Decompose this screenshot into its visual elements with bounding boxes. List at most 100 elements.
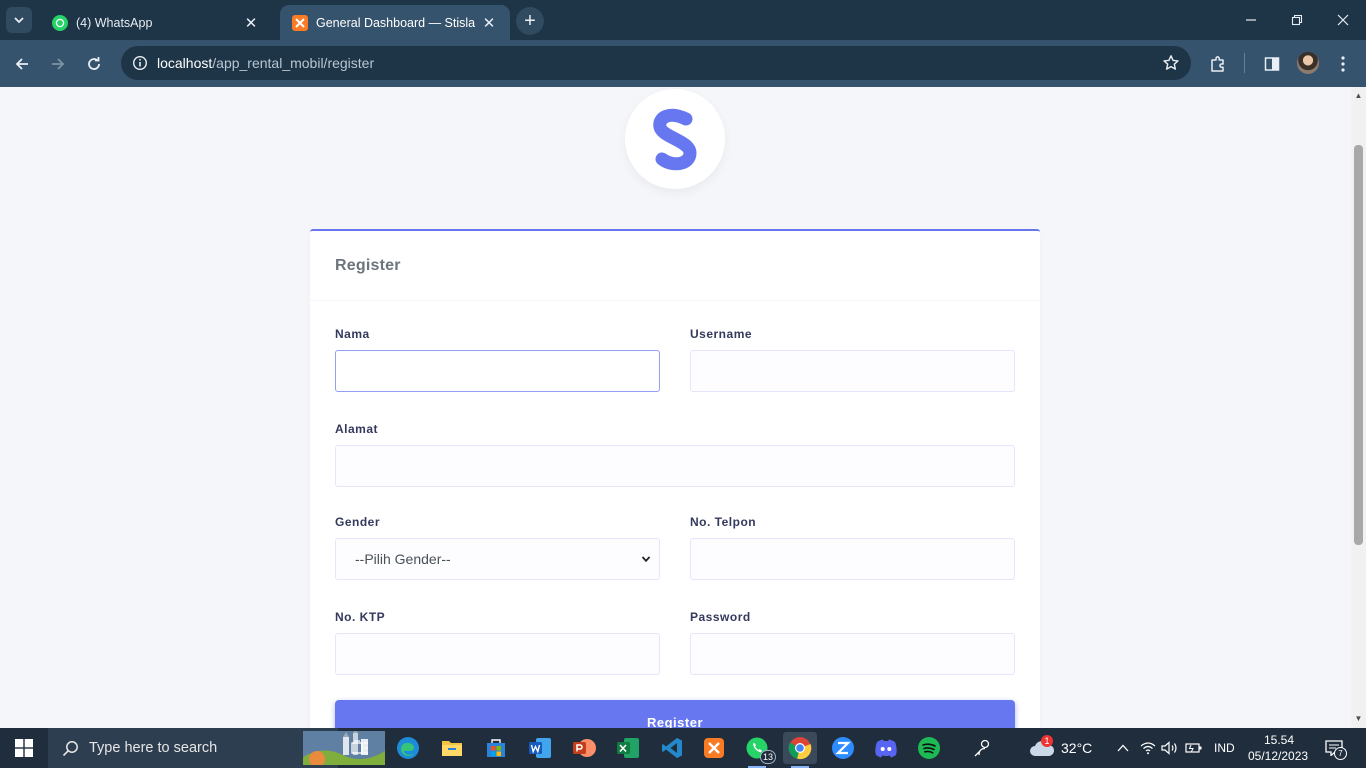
- clock-time[interactable]: 15.54: [1264, 733, 1294, 747]
- chevron-down-icon: [641, 556, 651, 563]
- new-tab-button[interactable]: +: [516, 7, 544, 35]
- edge-icon: [397, 737, 419, 759]
- scroll-up-icon[interactable]: ▲: [1354, 91, 1363, 100]
- task-view-icon: [351, 740, 368, 754]
- profile-avatar[interactable]: [1297, 52, 1319, 74]
- alamat-input[interactable]: [335, 445, 1015, 487]
- telpon-label: No. Telpon: [690, 515, 757, 529]
- taskbar-vscode[interactable]: [655, 732, 689, 764]
- wifi-icon[interactable]: [1138, 738, 1158, 758]
- ktp-input[interactable]: [335, 633, 660, 675]
- taskbar-word[interactable]: [523, 732, 557, 764]
- notifications-button[interactable]: 7: [1324, 738, 1347, 760]
- taskbar-edge[interactable]: [391, 732, 425, 764]
- address-url[interactable]: localhost/app_rental_mobil/register: [157, 55, 374, 71]
- password-input[interactable]: [690, 633, 1015, 675]
- telpon-input[interactable]: [690, 538, 1015, 580]
- scroll-down-icon[interactable]: ▼: [1354, 714, 1363, 723]
- nama-label: Nama: [335, 327, 370, 341]
- clock-date[interactable]: 05/12/2023: [1248, 749, 1308, 763]
- taskbar-search[interactable]: Type here to search: [48, 728, 385, 768]
- extensions-icon[interactable]: [1205, 51, 1231, 77]
- tab-title: General Dashboard — Stisla: [316, 15, 476, 30]
- page-viewport: Register Nama Username Alamat Gender --P…: [0, 87, 1351, 728]
- tab-stisla-dashboard[interactable]: General Dashboard — Stisla ✕: [280, 5, 510, 40]
- battery-icon[interactable]: [1184, 738, 1204, 758]
- taskbar-discord[interactable]: [869, 732, 903, 764]
- taskbar-file-explorer[interactable]: [435, 732, 469, 764]
- close-icon[interactable]: ✕: [242, 14, 260, 32]
- bookmark-star-icon[interactable]: [1161, 53, 1181, 73]
- register-card: Register Nama Username Alamat Gender --P…: [310, 229, 1040, 728]
- browser-toolbar: localhost/app_rental_mobil/register: [0, 40, 1366, 87]
- ktp-label: No. KTP: [335, 610, 386, 624]
- card-title: Register: [335, 256, 401, 274]
- show-hidden-icons-chevron-up-icon[interactable]: [1113, 738, 1133, 758]
- input-language[interactable]: IND: [1214, 741, 1235, 755]
- password-label: Password: [690, 610, 751, 624]
- volume-icon[interactable]: [1160, 738, 1180, 758]
- side-panel-icon[interactable]: [1259, 51, 1285, 77]
- tab-title: (4) WhatsApp: [76, 15, 153, 30]
- weather-widget[interactable]: 1: [1029, 735, 1055, 758]
- back-button[interactable]: [7, 49, 37, 79]
- reload-button[interactable]: [79, 49, 109, 79]
- card-header: Register: [310, 231, 1040, 301]
- tab-whatsapp[interactable]: (4) WhatsApp ✕: [40, 5, 272, 40]
- tab-search-button[interactable]: [6, 7, 32, 33]
- address-bar[interactable]: localhost/app_rental_mobil/register: [121, 46, 1191, 80]
- site-info-icon[interactable]: [123, 46, 157, 80]
- excel-icon: [617, 738, 639, 758]
- start-button[interactable]: [0, 728, 48, 768]
- discord-icon: [875, 739, 897, 758]
- arrow-left-icon: [15, 58, 28, 70]
- task-view-button[interactable]: [343, 732, 377, 764]
- xampp-icon: [292, 14, 308, 31]
- close-window-button[interactable]: [1320, 0, 1366, 40]
- powerpoint-icon: [573, 739, 596, 757]
- url-path: /app_rental_mobil/register: [212, 55, 375, 71]
- taskbar-people[interactable]: [966, 732, 1000, 764]
- windows-taskbar: Type here to search 13 1 32°C IND 15.54 …: [0, 728, 1366, 768]
- xampp-icon: [704, 738, 724, 758]
- page-scrollbar[interactable]: ▲ ▼: [1351, 87, 1366, 728]
- taskbar-zoom[interactable]: [826, 732, 860, 764]
- nama-input[interactable]: [335, 350, 660, 392]
- gender-selected-value: --Pilih Gender--: [355, 551, 451, 567]
- taskbar-powerpoint[interactable]: [567, 732, 601, 764]
- weather-alert-badge: 1: [1041, 735, 1053, 747]
- gender-select[interactable]: --Pilih Gender--: [335, 538, 660, 580]
- browser-tab-bar: (4) WhatsApp ✕ General Dashboard — Stisl…: [0, 0, 1366, 40]
- restore-icon: [1291, 14, 1303, 26]
- username-input[interactable]: [690, 350, 1015, 392]
- search-placeholder: Type here to search: [89, 740, 218, 756]
- kebab-menu-icon[interactable]: [1330, 51, 1356, 77]
- username-label: Username: [690, 327, 753, 341]
- minimize-button[interactable]: [1228, 0, 1274, 40]
- register-button[interactable]: Register: [335, 700, 1015, 728]
- plus-icon: +: [524, 10, 536, 32]
- vscode-icon: [662, 738, 682, 758]
- chrome-icon: [788, 737, 812, 760]
- taskbar-xampp[interactable]: [697, 732, 731, 764]
- close-icon[interactable]: ✕: [480, 14, 498, 32]
- minimize-icon: [1246, 19, 1256, 21]
- taskbar-chrome[interactable]: [783, 732, 817, 768]
- gender-label: Gender: [335, 515, 381, 529]
- stisla-logo: [625, 89, 725, 189]
- weather-temperature[interactable]: 32°C: [1061, 740, 1092, 756]
- taskbar-whatsapp[interactable]: 13: [740, 732, 776, 768]
- stisla-logo-icon: [653, 108, 697, 171]
- taskbar-excel[interactable]: [611, 732, 645, 764]
- scrollbar-thumb[interactable]: [1354, 145, 1363, 545]
- whatsapp-icon: [52, 14, 68, 31]
- restore-button[interactable]: [1274, 0, 1320, 40]
- microsoft-store-icon: [487, 739, 505, 757]
- taskbar-spotify[interactable]: [912, 732, 946, 764]
- notification-count-badge: 7: [1334, 747, 1347, 760]
- forward-button[interactable]: [43, 49, 73, 79]
- chevron-down-icon: [14, 17, 24, 24]
- taskbar-store[interactable]: [479, 732, 513, 764]
- spotify-icon: [918, 737, 940, 759]
- windows-logo-icon: [15, 739, 33, 757]
